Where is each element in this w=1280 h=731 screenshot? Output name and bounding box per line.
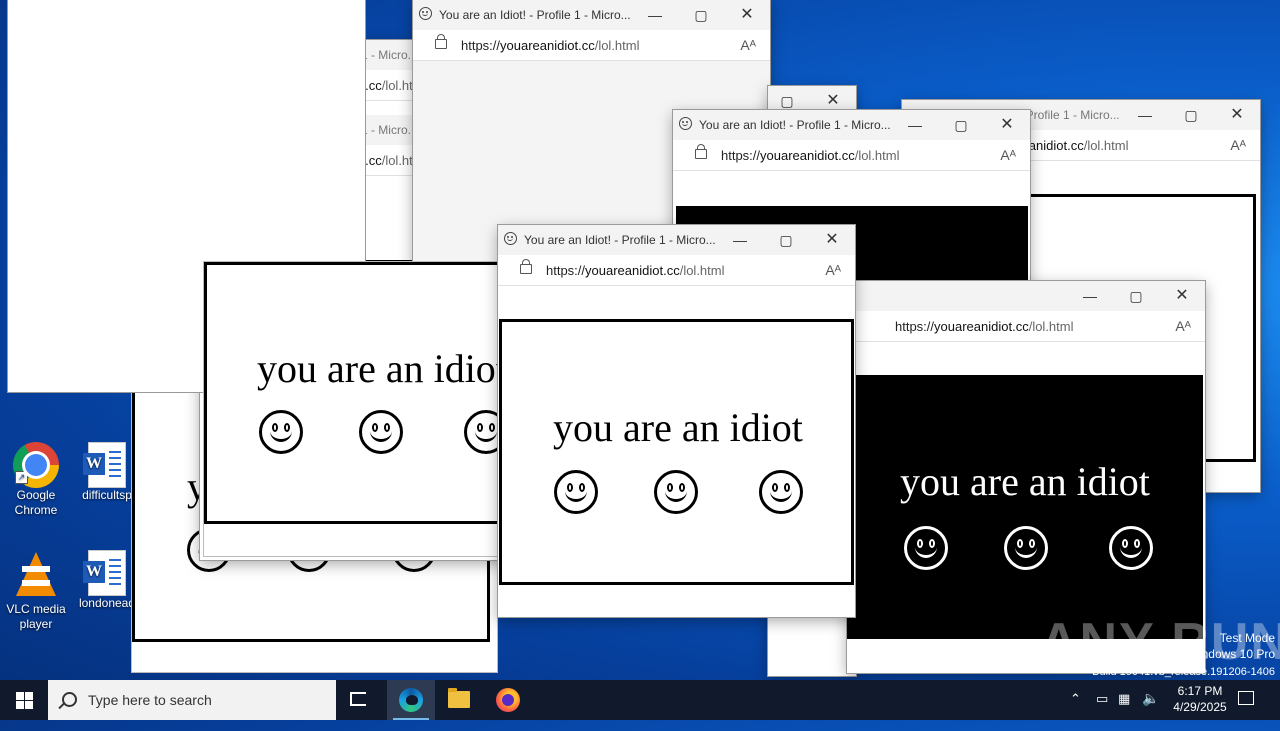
smiley-icon — [359, 410, 403, 454]
desktop-icon-chrome[interactable]: ↗ Google Chrome — [1, 440, 71, 518]
desktop-icon-label: Chrome — [14, 503, 58, 517]
close-button[interactable]: ✕ — [984, 110, 1030, 140]
search-icon — [62, 692, 77, 707]
window-title: You are an Idiot! - Profile 1 - Micro... — [439, 8, 631, 22]
idiot-text: you are an idiot — [257, 346, 504, 391]
vlc-icon — [16, 552, 56, 596]
url-text[interactable]: https://youareanidiot.cc/lol.html — [895, 319, 1074, 334]
notification-icon[interactable] — [1238, 691, 1254, 705]
address-bar[interactable]: https://youareanidiot.cc/lol.html Aᴬ — [847, 311, 1205, 342]
chrome-icon: ↗ — [13, 442, 59, 488]
smiley-favicon-icon — [504, 232, 517, 245]
address-bar[interactable]: https://youareanidiot.cc/lol.html Aᴬ — [673, 140, 1030, 171]
close-button[interactable]: ✕ — [1214, 100, 1260, 130]
browser-window-mid-left[interactable]: you are an idiot — [204, 262, 504, 556]
maximize-button[interactable]: ▢ — [938, 110, 984, 140]
test-mode-label: Test Mode — [1219, 631, 1275, 645]
read-aloud-icon[interactable]: Aᴬ — [740, 37, 756, 53]
read-aloud-icon[interactable]: Aᴬ — [825, 262, 841, 278]
title-bar[interactable]: You are an Idiot! - Profile 1 - Micro...… — [673, 110, 1030, 140]
ethernet-icon[interactable]: ▦ — [1118, 691, 1130, 731]
taskbar: Type here to search ⌃ ▭ ▦ 🔈 6:17 PM 4/29… — [0, 680, 1280, 720]
minimize-button[interactable]: — — [892, 110, 938, 140]
title-bar[interactable]: You are an Idiot! - Profile 1 - Micro...… — [413, 0, 770, 30]
edge-icon — [399, 688, 423, 712]
window-title: You are an Idiot! - Profile 1 - Micro... — [699, 118, 891, 132]
maximize-button[interactable]: ▢ — [1168, 100, 1214, 130]
smiley-icon — [1109, 526, 1153, 570]
read-aloud-icon[interactable]: Aᴬ — [1175, 318, 1191, 334]
smiley-favicon-icon — [679, 117, 692, 130]
desktop-icon-label: player — [19, 617, 53, 631]
close-button[interactable]: ✕ — [724, 0, 770, 30]
idiot-text: you are an idiot — [900, 459, 1150, 504]
smiley-icon — [1004, 526, 1048, 570]
taskbar-firefox[interactable] — [484, 680, 532, 720]
title-bar[interactable]: You are an Idiot! - Profile 1 - Micro...… — [498, 225, 855, 255]
smiley-icon — [759, 470, 803, 514]
build-label: Build 19041.vb_release.191206-1406 — [1092, 666, 1275, 678]
window-title: You are an Idiot! - Profile 1 - Micro... — [524, 233, 716, 247]
desktop-icon-label: VLC media — [6, 602, 66, 616]
minimize-button[interactable]: — — [632, 0, 678, 30]
idiot-page: you are an idiot — [204, 262, 504, 524]
windows-logo-icon — [16, 692, 24, 700]
task-view-button[interactable] — [336, 680, 384, 720]
os-edition-label: Windows 10 Pro — [1187, 647, 1275, 661]
volume-icon[interactable]: 🔈 — [1142, 690, 1159, 730]
url-text[interactable]: https://youareanidiot.cc/lol.html — [546, 263, 725, 278]
smiley-icon — [554, 470, 598, 514]
task-view-icon — [350, 692, 366, 706]
lock-icon — [520, 259, 532, 274]
taskbar-edge[interactable] — [387, 680, 435, 720]
minimize-button[interactable]: — — [1122, 100, 1168, 130]
desktop: ↗ Google Chrome difficultsp VLC media pl… — [0, 0, 1280, 680]
maximize-button[interactable]: ▢ — [678, 0, 724, 30]
word-doc-icon — [83, 550, 126, 596]
idiot-text: you are an idiot — [553, 405, 803, 450]
clock-date: 4/29/2025 — [1173, 700, 1227, 714]
close-button[interactable]: ✕ — [1159, 281, 1205, 311]
desktop-icon-label: Google — [16, 488, 56, 502]
browser-window-front[interactable]: You are an Idiot! - Profile 1 - Micro...… — [498, 225, 855, 617]
taskbar-search[interactable]: Type here to search — [48, 680, 336, 720]
desktop-icon-vlc[interactable]: VLC media player — [1, 548, 71, 632]
read-aloud-icon[interactable]: Aᴬ — [1000, 147, 1016, 163]
clock-time: 6:17 PM — [1177, 684, 1223, 698]
network-icon[interactable]: ▭ — [1096, 691, 1108, 731]
smiley-favicon-icon — [419, 7, 432, 20]
lock-icon — [695, 144, 707, 159]
taskbar-file-explorer[interactable] — [435, 680, 483, 720]
title-bar[interactable]: — ▢ ✕ — [847, 281, 1205, 311]
system-clock[interactable]: 6:17 PM 4/29/2025 — [1160, 683, 1240, 715]
maximize-button[interactable]: ▢ — [1113, 281, 1159, 311]
search-placeholder: Type here to search — [88, 692, 212, 708]
smiley-icon — [259, 410, 303, 454]
word-doc-icon — [83, 442, 126, 488]
maximize-button[interactable]: ▢ — [763, 225, 809, 255]
idiot-page: you are an idiot — [499, 319, 854, 585]
minimize-button[interactable]: — — [1067, 281, 1113, 311]
smiley-icon — [654, 470, 698, 514]
folder-icon — [448, 688, 470, 708]
shortcut-arrow-icon: ↗ — [15, 471, 28, 484]
read-aloud-icon[interactable]: Aᴬ — [1230, 137, 1246, 153]
idiot-page: you are an idiot — [847, 375, 1203, 639]
address-bar[interactable]: https://youareanidiot.cc/lol.html Aᴬ — [413, 30, 770, 61]
smiley-icon — [904, 526, 948, 570]
close-button[interactable]: ✕ — [809, 225, 855, 255]
firefox-icon — [496, 688, 520, 712]
minimize-button[interactable]: — — [717, 225, 763, 255]
start-button[interactable] — [0, 680, 48, 720]
lock-icon — [435, 34, 447, 49]
show-hidden-icons[interactable]: ⌃ — [1070, 691, 1081, 731]
url-text[interactable]: https://youareanidiot.cc/lol.html — [461, 38, 640, 53]
address-bar[interactable]: https://youareanidiot.cc/lol.html Aᴬ — [498, 255, 855, 286]
url-text[interactable]: https://youareanidiot.cc/lol.html — [721, 148, 900, 163]
